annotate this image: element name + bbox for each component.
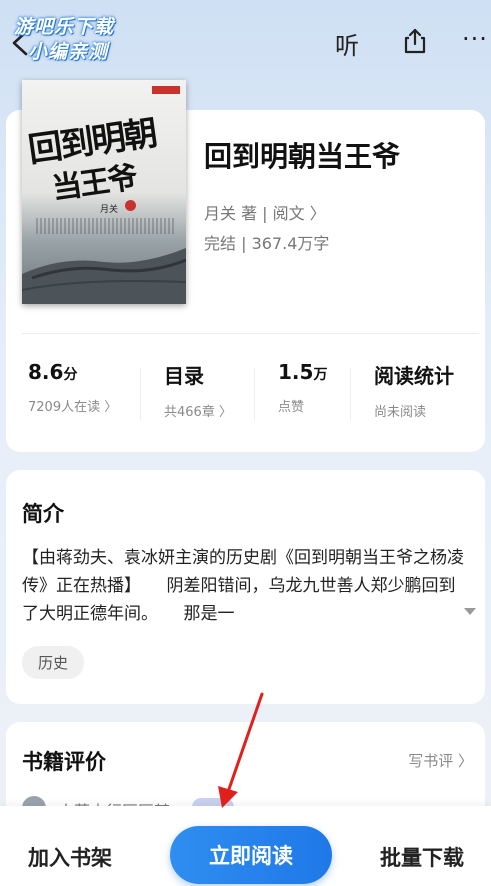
listen-button[interactable]: 听 (335, 26, 359, 61)
reading-stats[interactable]: 阅读统计 尚未阅读 (374, 360, 454, 430)
read-now-button[interactable]: 立即阅读 (170, 826, 332, 884)
intro-card: 简介 【由蒋劲夫、袁冰妍主演的历史剧《回到明朝当王爷之杨凌传》正在热播】 阴差阳… (6, 470, 485, 704)
more-icon[interactable]: ··· (462, 25, 488, 53)
intro-heading: 简介 (22, 502, 64, 526)
readers-count: 7209人在读 〉 (28, 400, 118, 415)
share-icon[interactable] (400, 26, 430, 56)
rating-unit: 分 (63, 367, 78, 383)
divider (22, 333, 479, 334)
cover-author: 月关 (100, 205, 119, 215)
likes-stat[interactable]: 1.5万 点赞 (278, 360, 327, 430)
watermark-logo: 游吧乐下载 小编亲测 (14, 12, 144, 64)
top-bar: 游吧乐下载 小编亲测 听 ··· (0, 0, 491, 80)
expand-arrow-icon[interactable] (463, 606, 477, 616)
author-publisher-link[interactable]: 月关 著 | 阅文 〉 (204, 200, 326, 224)
cover-subtitle-lines (36, 218, 176, 234)
book-cover[interactable]: 回到明朝 当王爷 月关 (22, 80, 186, 304)
bottom-action-bar: 加入书架 立即阅读 批量下载 (0, 806, 491, 886)
watermark-line-2: 小编亲测 (28, 41, 109, 63)
reading-stats-label: 阅读统计 (374, 364, 454, 388)
book-title: 回到明朝当王爷 (204, 140, 401, 173)
cover-seal (125, 200, 136, 211)
stat-separator (254, 368, 255, 420)
stat-separator (140, 368, 141, 420)
catalog-label: 目录 (164, 364, 204, 388)
publisher-badge (152, 86, 180, 94)
intro-fade (405, 600, 455, 628)
batch-download-button[interactable]: 批量下载 (380, 842, 464, 872)
chapter-count: 共466章 〉 (164, 405, 232, 420)
stats-row: 8.6分 7209人在读 〉 目录 共466章 〉 1.5万 点赞 阅读统计 尚… (6, 360, 485, 430)
reading-status: 尚未阅读 (374, 405, 427, 420)
stat-separator (350, 368, 351, 420)
book-status: 完结 | 367.4万字 (204, 234, 330, 253)
review-heading: 书籍评价 (22, 750, 106, 774)
likes-value: 1.5 (278, 360, 314, 384)
cover-palace-roof-illustration (22, 248, 186, 304)
add-to-shelf-button[interactable]: 加入书架 (28, 842, 112, 872)
genre-tag[interactable]: 历史 (22, 646, 85, 679)
cover-title-line-1: 回到明朝 (25, 113, 159, 171)
likes-unit: 万 (313, 367, 328, 383)
catalog-stat[interactable]: 目录 共466章 〉 (164, 360, 232, 430)
rating-value: 8.6 (28, 360, 64, 384)
rating-stat[interactable]: 8.6分 7209人在读 〉 (28, 360, 117, 430)
likes-label: 点赞 (278, 400, 305, 415)
write-review-link[interactable]: 写书评 〉 (408, 750, 473, 771)
watermark-line-1: 游吧乐下载 (14, 16, 115, 38)
